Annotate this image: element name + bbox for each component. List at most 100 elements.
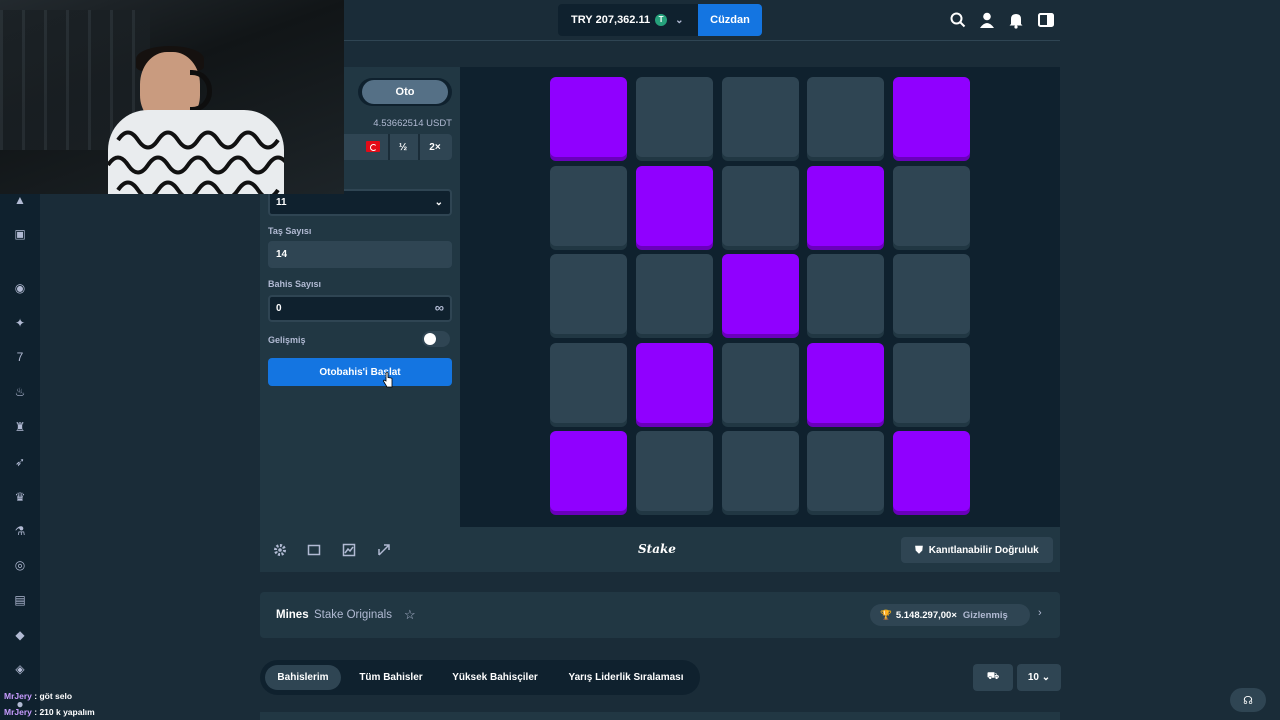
tile-hidden[interactable] [893, 165, 970, 246]
sparkle-icon[interactable]: ✦ [13, 316, 27, 330]
tether-coin-icon: T [655, 14, 668, 26]
header-divider [260, 40, 1060, 41]
half-bet-button[interactable]: ½ [388, 134, 416, 160]
ghost-mode-button[interactable]: ⛟ [973, 664, 1013, 691]
chat-message: MrJery : 210 k yapalım [4, 707, 95, 717]
tab-all-bets[interactable]: Tüm Bahisler [348, 665, 434, 690]
chat-text: : göt selo [31, 691, 73, 701]
search-icon[interactable] [949, 11, 967, 29]
tile-hidden[interactable] [550, 342, 627, 423]
rocket-icon[interactable]: ➶ [13, 455, 27, 469]
tile-hidden[interactable] [550, 254, 627, 334]
tile-hidden[interactable] [807, 254, 885, 334]
webcam-sweater [108, 110, 284, 194]
mines-value: 11 [276, 197, 287, 208]
tile-hidden[interactable] [550, 165, 627, 246]
webcam-overlay [0, 0, 344, 194]
trophy-icon: 🏆 [880, 609, 892, 621]
wallet-button[interactable]: Cüzdan [698, 4, 762, 36]
poker-chip-icon[interactable]: ▲ [13, 193, 27, 207]
settings-icon[interactable] [273, 543, 287, 557]
start-autobet-button[interactable]: Otobahis'i Başlat [268, 358, 452, 386]
balance-currency: TRY [571, 14, 593, 26]
provably-fair-label: Kanıtlanabilir Doğruluk [928, 544, 1039, 556]
tile-gem[interactable] [721, 254, 799, 334]
tile-gem[interactable] [893, 431, 970, 511]
chat-message: MrJery : göt selo [4, 691, 72, 701]
tab-high-rollers[interactable]: Yüksek Bahisçiler [442, 665, 548, 690]
tile-gem[interactable] [893, 77, 970, 157]
shield-check-icon: ⛊ [915, 544, 923, 556]
tile-gem[interactable] [807, 342, 885, 423]
max-win-badge[interactable]: 🏆 5.148.297,00× Gizlenmiş [870, 604, 1030, 626]
gems-value: 14 [276, 249, 288, 260]
tile-gem[interactable] [807, 165, 885, 246]
provably-fair-button[interactable]: ⛊ Kanıtlanabilir Doğruluk [901, 537, 1053, 563]
tab-race-leaderboard[interactable]: Yarış Liderlik Sıralaması [556, 665, 696, 690]
bet-count-select[interactable]: 10 ⌄ [1017, 664, 1061, 691]
infinity-icon[interactable]: ∞ [435, 300, 444, 315]
shirt-icon[interactable]: ♜ [13, 420, 27, 434]
gems-label: Taş Sayısı [268, 226, 312, 236]
chevron-down-icon: ⌄ [1041, 672, 1051, 683]
fire-icon[interactable]: ♨ [13, 385, 27, 399]
support-button[interactable]: ☊ [1230, 688, 1266, 712]
hidden-label: Gizlenmiş [962, 609, 1008, 621]
headphone-icon [190, 70, 212, 112]
bell-icon[interactable] [1007, 11, 1025, 29]
tag-icon[interactable]: ◈ [13, 662, 27, 676]
tile-hidden[interactable] [721, 342, 799, 423]
tile-hidden[interactable] [721, 77, 799, 157]
tile-gem[interactable] [550, 77, 627, 157]
user-icon[interactable] [978, 11, 996, 29]
bet-count-value: 0 [276, 303, 282, 314]
tile-hidden[interactable] [807, 431, 885, 511]
live-icon[interactable]: ◎ [13, 558, 27, 572]
tile-hidden[interactable] [635, 254, 713, 334]
tile-hidden[interactable] [721, 165, 799, 246]
hand-cursor-icon [383, 372, 393, 388]
tile-hidden[interactable] [635, 431, 713, 511]
tile-hidden[interactable] [807, 77, 885, 157]
gems-field: 14 [268, 241, 452, 268]
ticket-icon[interactable]: ▣ [13, 227, 27, 241]
crown-icon[interactable]: ♛ [13, 490, 27, 504]
game-provider[interactable]: Stake Originals [314, 609, 392, 621]
sweater-pattern [108, 130, 284, 194]
tab-my-bets[interactable]: Bahislerim [265, 665, 341, 690]
advanced-toggle[interactable] [422, 331, 450, 347]
tile-hidden[interactable] [893, 342, 970, 423]
advanced-label: Gelişmiş [268, 335, 306, 345]
turkey-flag-icon [366, 141, 380, 152]
tile-hidden[interactable] [893, 254, 970, 334]
sports-icon[interactable]: ◆ [13, 628, 27, 642]
tile-hidden[interactable] [721, 431, 799, 511]
chevron-down-icon: ⌄ [434, 197, 443, 208]
chat-user: MrJery [4, 707, 32, 717]
tile-gem[interactable] [635, 342, 713, 423]
balance-display[interactable]: TRY 207,362.11 T ⌄ [558, 4, 698, 36]
mode-auto-button[interactable]: Oto [362, 80, 448, 104]
bet-count-select-value: 10 [1027, 672, 1039, 683]
tile-gem[interactable] [635, 165, 713, 246]
sidebar-toggle-icon[interactable] [1037, 11, 1055, 29]
balance-amount: 207,362.11 [595, 14, 651, 26]
tile-gem[interactable] [550, 431, 627, 511]
stats-icon[interactable] [342, 543, 356, 557]
chat-user: MrJery [4, 691, 32, 701]
chevron-right-icon[interactable]: › [1038, 607, 1042, 619]
headset-icon: ☊ [1243, 694, 1253, 707]
flask-icon[interactable]: ⚗ [13, 524, 27, 538]
coin-icon[interactable]: ◉ [13, 281, 27, 295]
max-win-value: 5.148.297,00× [895, 609, 957, 621]
share-icon[interactable] [377, 543, 391, 557]
theatre-mode-icon[interactable] [307, 543, 321, 557]
stake-logo: Stake [638, 542, 676, 556]
game-title: Mines [276, 609, 309, 621]
double-bet-button[interactable]: 2× [418, 134, 450, 160]
star-icon[interactable]: ☆ [404, 607, 416, 623]
tile-hidden[interactable] [635, 77, 713, 157]
seven-icon[interactable]: 7 [13, 350, 27, 364]
bet-count-input[interactable]: 0 ∞ [268, 295, 452, 322]
gift-icon[interactable]: ▤ [13, 593, 27, 607]
